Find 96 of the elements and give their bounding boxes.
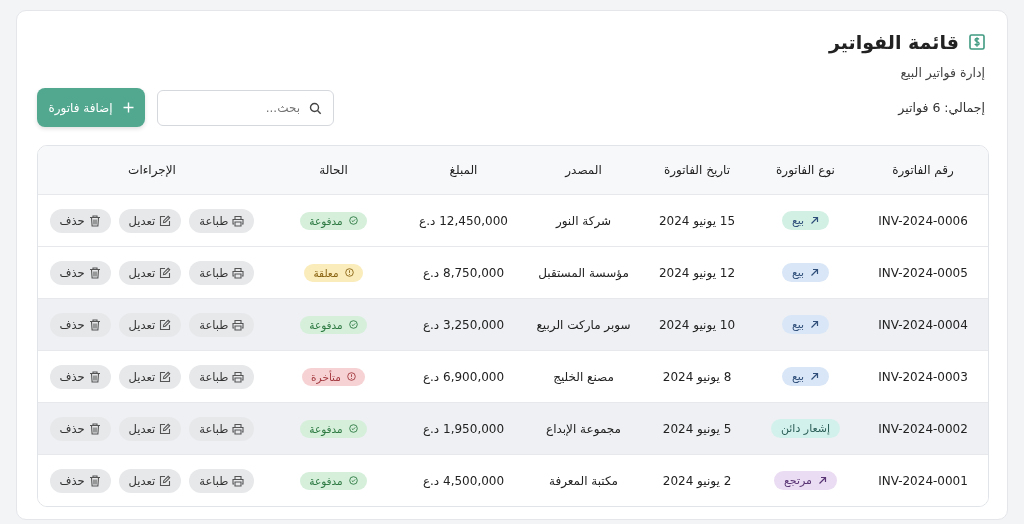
column-header: الإجراءات bbox=[127, 163, 177, 177]
table-cell-text: 8,750,000 د.ع bbox=[421, 265, 506, 280]
edit-button[interactable]: تعديل bbox=[118, 260, 182, 285]
column-header: المبلغ bbox=[448, 163, 479, 177]
status-badge: متأخرة bbox=[302, 367, 365, 386]
delete-button[interactable]: حذف bbox=[49, 468, 111, 493]
check-circle-icon bbox=[348, 476, 358, 485]
table-cell-text: INV-2024-0005 bbox=[877, 265, 969, 280]
edit-icon bbox=[159, 318, 172, 331]
arrow-icon bbox=[810, 216, 820, 225]
trash-icon bbox=[88, 214, 101, 227]
edit-button[interactable]: تعديل bbox=[118, 416, 182, 441]
table-cell-text: 3,250,000 د.ع bbox=[421, 317, 506, 332]
edit-icon bbox=[159, 474, 172, 487]
table-cell-text: 12,450,000 د.ع bbox=[418, 213, 509, 228]
table-cell-text: مؤسسة المستقبل bbox=[537, 265, 630, 280]
trash-icon bbox=[88, 474, 101, 487]
arrow-icon bbox=[810, 268, 820, 277]
print-button[interactable]: طباعة bbox=[189, 364, 255, 389]
printer-icon bbox=[232, 318, 245, 331]
table-cell-text: INV-2024-0006 bbox=[877, 213, 969, 228]
edit-button[interactable]: تعديل bbox=[118, 208, 182, 233]
status-badge: مدفوعة bbox=[300, 471, 367, 490]
delete-button[interactable]: حذف bbox=[49, 416, 111, 441]
type-badge: بيع bbox=[781, 211, 830, 230]
table-cell-text: 12 يونيو 2024 bbox=[657, 265, 737, 280]
table-cell-text: 2 يونيو 2024 bbox=[661, 473, 733, 488]
invoice-count: إجمالي: 6 فواتير bbox=[898, 100, 985, 115]
table-cell-text: 1,950,000 د.ع bbox=[421, 421, 506, 436]
edit-icon bbox=[159, 214, 172, 227]
print-button[interactable]: طباعة bbox=[189, 260, 255, 285]
check-circle-icon bbox=[348, 216, 358, 225]
edit-button[interactable]: تعديل bbox=[118, 312, 182, 337]
edit-button[interactable]: تعديل bbox=[118, 364, 182, 389]
arrow-icon bbox=[818, 476, 827, 485]
table-cell-text: 10 يونيو 2024 bbox=[657, 317, 737, 332]
arrow-icon bbox=[810, 372, 820, 381]
table-cell-text: 6,900,000 د.ع bbox=[421, 369, 506, 384]
edit-button[interactable]: تعديل bbox=[118, 468, 182, 493]
plus-icon bbox=[122, 102, 134, 113]
table-cell-text: مصنع الخليج bbox=[552, 369, 615, 384]
type-badge: إشعار دائن bbox=[770, 419, 841, 438]
status-badge: مدفوعة bbox=[300, 211, 367, 230]
info-circle-icon bbox=[344, 268, 354, 277]
page-title: قائمة الفواتير bbox=[828, 31, 959, 53]
table-cell-text: سوبر ماركت الربيع bbox=[535, 317, 632, 332]
type-badge: مرتجع bbox=[774, 471, 837, 490]
check-circle-icon bbox=[348, 424, 358, 433]
printer-icon bbox=[232, 422, 245, 435]
edit-icon bbox=[159, 422, 172, 435]
trash-icon bbox=[88, 422, 101, 435]
column-header: الحالة bbox=[318, 163, 349, 177]
type-badge: بيع bbox=[781, 263, 830, 282]
table-cell-text: INV-2024-0003 bbox=[877, 369, 969, 384]
print-button[interactable]: طباعة bbox=[189, 312, 255, 337]
type-badge: بيع bbox=[781, 315, 830, 334]
trash-icon bbox=[88, 318, 101, 331]
page-subtitle: إدارة فواتير البيع bbox=[899, 65, 985, 80]
table-cell-text: INV-2024-0002 bbox=[877, 421, 969, 436]
printer-icon bbox=[232, 370, 245, 383]
dollar-icon bbox=[969, 34, 985, 50]
table-cell-text: شركة النور bbox=[554, 213, 613, 228]
printer-icon bbox=[232, 474, 245, 487]
print-button[interactable]: طباعة bbox=[189, 416, 255, 441]
printer-icon bbox=[232, 266, 245, 279]
edit-icon bbox=[159, 370, 172, 383]
column-header: تاريخ الفاتورة bbox=[663, 163, 731, 177]
delete-button[interactable]: حذف bbox=[49, 312, 111, 337]
check-circle-icon bbox=[348, 320, 358, 329]
search-field[interactable]: بحث... bbox=[157, 89, 334, 126]
table-cell-text: 5 يونيو 2024 bbox=[661, 421, 733, 436]
table-cell-text: 4,500,000 د.ع bbox=[421, 473, 506, 488]
table-cell-text: 15 يونيو 2024 bbox=[657, 213, 737, 228]
printer-icon bbox=[232, 214, 245, 227]
delete-button[interactable]: حذف bbox=[49, 260, 111, 285]
table-cell-text: مكتبة المعرفة bbox=[547, 473, 620, 488]
delete-button[interactable]: حذف bbox=[49, 364, 111, 389]
table-cell-text: INV-2024-0004 bbox=[877, 317, 969, 332]
status-badge: معلقة bbox=[304, 263, 363, 282]
delete-button[interactable]: حذف bbox=[49, 208, 111, 233]
table-cell-text: INV-2024-0001 bbox=[877, 473, 969, 488]
status-badge: مدفوعة bbox=[300, 315, 367, 334]
column-header: نوع الفاتورة bbox=[775, 163, 836, 177]
table-cell-text: 8 يونيو 2024 bbox=[661, 369, 733, 384]
type-badge: بيع bbox=[781, 367, 830, 386]
table-cell-text: مجموعة الإبداع bbox=[545, 421, 622, 436]
arrow-icon bbox=[810, 320, 820, 329]
trash-icon bbox=[88, 266, 101, 279]
status-badge: مدفوعة bbox=[300, 419, 367, 438]
column-header: رقم الفاتورة bbox=[891, 163, 955, 177]
print-button[interactable]: طباعة bbox=[189, 468, 255, 493]
print-button[interactable]: طباعة bbox=[189, 208, 255, 233]
info-circle-icon bbox=[346, 372, 356, 381]
trash-icon bbox=[88, 370, 101, 383]
edit-icon bbox=[159, 266, 172, 279]
column-header: المصدر bbox=[563, 163, 603, 177]
